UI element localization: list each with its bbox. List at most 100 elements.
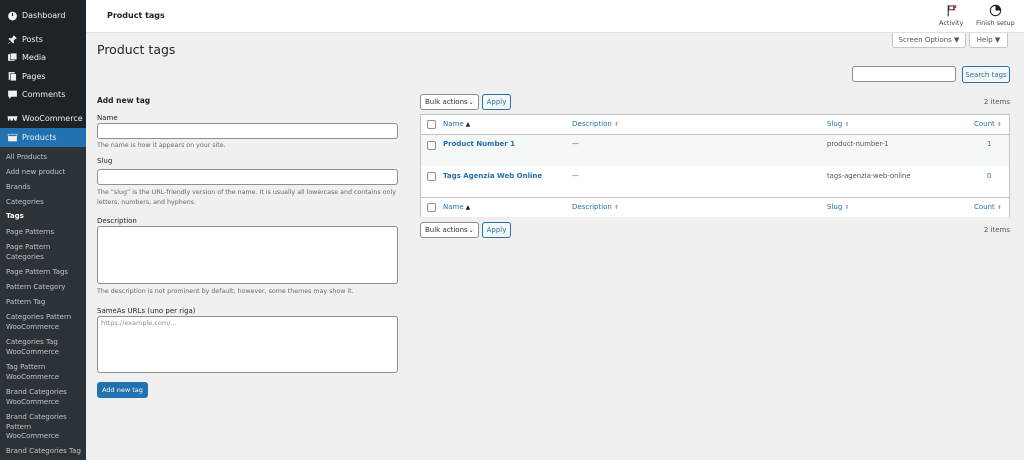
activity-button[interactable]: Activity [939, 4, 963, 27]
slug-column-label: Slug [827, 120, 843, 128]
description-textarea[interactable] [97, 226, 398, 284]
slug-column-label: Slug [827, 203, 843, 211]
tag-count-link[interactable]: 0 [987, 172, 991, 180]
bulk-actions-label: Bulk actions [425, 98, 468, 106]
submenu-brand-categories-pattern-woocommerce[interactable]: Brand Categories Pattern WooCommerce [6, 413, 84, 442]
name-column-header[interactable]: Name ▲ [443, 120, 470, 128]
select-all-checkbox-footer[interactable] [427, 203, 436, 212]
name-column-label: Name [443, 203, 464, 211]
submenu-brand-categories-tag[interactable]: Brand Categories Tag [6, 447, 84, 457]
sameas-placeholder: https://example.com/... [101, 319, 177, 327]
sort-icon: ⬍ [996, 204, 1002, 211]
menu-label: WooCommerce [22, 114, 83, 123]
pin-icon [2, 34, 22, 45]
submenu-all-products[interactable]: All Products [6, 153, 84, 163]
items-count-bottom: 2 items [983, 226, 1010, 234]
submenu-page-pattern-categories[interactable]: Page Pattern Categories [6, 243, 84, 262]
slug-column-header[interactable]: Slug ⬍ [827, 120, 849, 128]
bulk-actions-select-top[interactable]: Bulk actions ⌄ [420, 94, 479, 110]
menu-label: Media [22, 53, 47, 62]
name-column-footer[interactable]: Name ▲ [443, 203, 470, 211]
tag-count-link[interactable]: 1 [987, 140, 991, 148]
description-column-footer[interactable]: Description ⬍ [572, 203, 619, 211]
count-column-header[interactable]: Count ⬍ [974, 120, 1002, 128]
slug-input[interactable] [97, 169, 398, 185]
tag-slug: tags-agenzia-web-online [827, 172, 911, 180]
finish-setup-label: Finish setup [976, 19, 1015, 27]
pages-icon [2, 71, 22, 82]
menu-label: Dashboard [22, 11, 66, 20]
sort-icon: ⬍ [844, 121, 850, 128]
add-new-tag-button[interactable]: Add new tag [97, 382, 148, 398]
submenu-categories-tag-woocommerce[interactable]: Categories Tag WooCommerce [6, 338, 84, 357]
menu-label: Pages [22, 72, 46, 81]
menu-pages[interactable]: Pages [0, 67, 86, 86]
name-input[interactable] [97, 123, 398, 139]
tag-description: — [572, 140, 579, 148]
submenu-categories-pattern-woocommerce[interactable]: Categories Pattern WooCommerce [6, 313, 84, 332]
row-checkbox[interactable] [427, 172, 436, 181]
slug-label: Slug [97, 157, 113, 165]
add-tag-heading: Add new tag [97, 96, 151, 105]
menu-media[interactable]: Media [0, 48, 86, 67]
table-row: Product Number 1 — product-number-1 1 [421, 135, 1009, 166]
submenu-page-patterns[interactable]: Page Patterns [6, 228, 84, 238]
admin-sidebar: Dashboard Posts Media Pages Comments Woo… [0, 0, 86, 460]
dashboard-icon [2, 10, 22, 21]
progress-circle-icon [989, 4, 1002, 17]
description-column-header[interactable]: Description ⬍ [572, 120, 619, 128]
name-help: The name is how it appears on your site. [97, 142, 226, 149]
description-column-label: Description [572, 203, 612, 211]
menu-label: Products [22, 133, 57, 142]
submenu-brand-categories-woocommerce[interactable]: Brand Categories WooCommerce [6, 388, 84, 407]
chevron-down-icon: ⌄ [468, 98, 474, 106]
select-all-checkbox[interactable] [427, 120, 436, 129]
bulk-actions-select-bottom[interactable]: Bulk actions ⌄ [420, 222, 479, 238]
menu-posts[interactable]: Posts [0, 30, 86, 49]
submenu-page-pattern-tags[interactable]: Page Pattern Tags [6, 268, 84, 278]
row-checkbox[interactable] [427, 141, 436, 150]
tag-description: — [572, 172, 579, 180]
finish-setup-button[interactable]: Finish setup [976, 4, 1015, 27]
submenu-add-new-product[interactable]: Add new product [6, 168, 84, 178]
help-button[interactable]: Help ▼ [969, 33, 1008, 48]
products-icon [2, 132, 22, 143]
app-root: Dashboard Posts Media Pages Comments Woo… [0, 0, 1024, 460]
name-label: Name [97, 114, 118, 122]
tags-table: Name ▲ Description ⬍ Slug ⬍ Count ⬍ Product … [420, 114, 1010, 217]
sort-icon: ⬍ [613, 204, 619, 211]
topbar-title: Product tags [107, 11, 165, 20]
submenu-tags[interactable]: Tags [6, 212, 84, 222]
menu-woocommerce[interactable]: WooCommerce [0, 109, 86, 128]
submenu-tag-pattern-woocommerce[interactable]: Tag Pattern WooCommerce [6, 363, 84, 382]
submenu-brands[interactable]: Brands [6, 183, 84, 193]
bulk-actions-label: Bulk actions [425, 226, 468, 234]
search-tags-button[interactable]: Search tags [962, 66, 1010, 83]
count-column-footer[interactable]: Count ⬍ [974, 203, 1002, 211]
apply-button-top[interactable]: Apply [482, 94, 511, 110]
submenu-categories[interactable]: Categories [6, 198, 84, 208]
submenu-pattern-tag[interactable]: Pattern Tag [6, 298, 84, 308]
menu-label: Posts [22, 35, 43, 44]
apply-button-bottom[interactable]: Apply [482, 222, 511, 238]
sort-icon: ⬍ [996, 121, 1002, 128]
menu-products[interactable]: Products [0, 128, 86, 147]
submenu-pattern-category[interactable]: Pattern Category [6, 283, 84, 293]
tag-name-link[interactable]: Tags Agenzia Web Online [443, 172, 542, 180]
tag-name-link[interactable]: Product Number 1 [443, 140, 515, 148]
sameas-label: SameAs URLs (uno per riga) [97, 307, 196, 315]
woocommerce-icon [2, 113, 22, 124]
sort-icon: ▲ [465, 204, 471, 211]
table-row: Tags Agenzia Web Online — tags-agenzia-w… [421, 166, 1009, 197]
description-help: The description is not prominent by defa… [97, 288, 354, 295]
menu-label: Comments [22, 90, 66, 99]
search-tags-input[interactable] [852, 66, 956, 82]
table-footer: Name ▲ Description ⬍ Slug ⬍ Count ⬍ [421, 197, 1009, 217]
menu-comments[interactable]: Comments [0, 85, 86, 104]
slug-column-footer[interactable]: Slug ⬍ [827, 203, 849, 211]
comment-icon [2, 89, 22, 100]
count-column-label: Count [974, 120, 995, 128]
screen-options-button[interactable]: Screen Options ▼ [892, 33, 966, 48]
menu-dashboard[interactable]: Dashboard [0, 6, 86, 25]
top-bar: Product tags Activity Finish setup [86, 0, 1024, 33]
